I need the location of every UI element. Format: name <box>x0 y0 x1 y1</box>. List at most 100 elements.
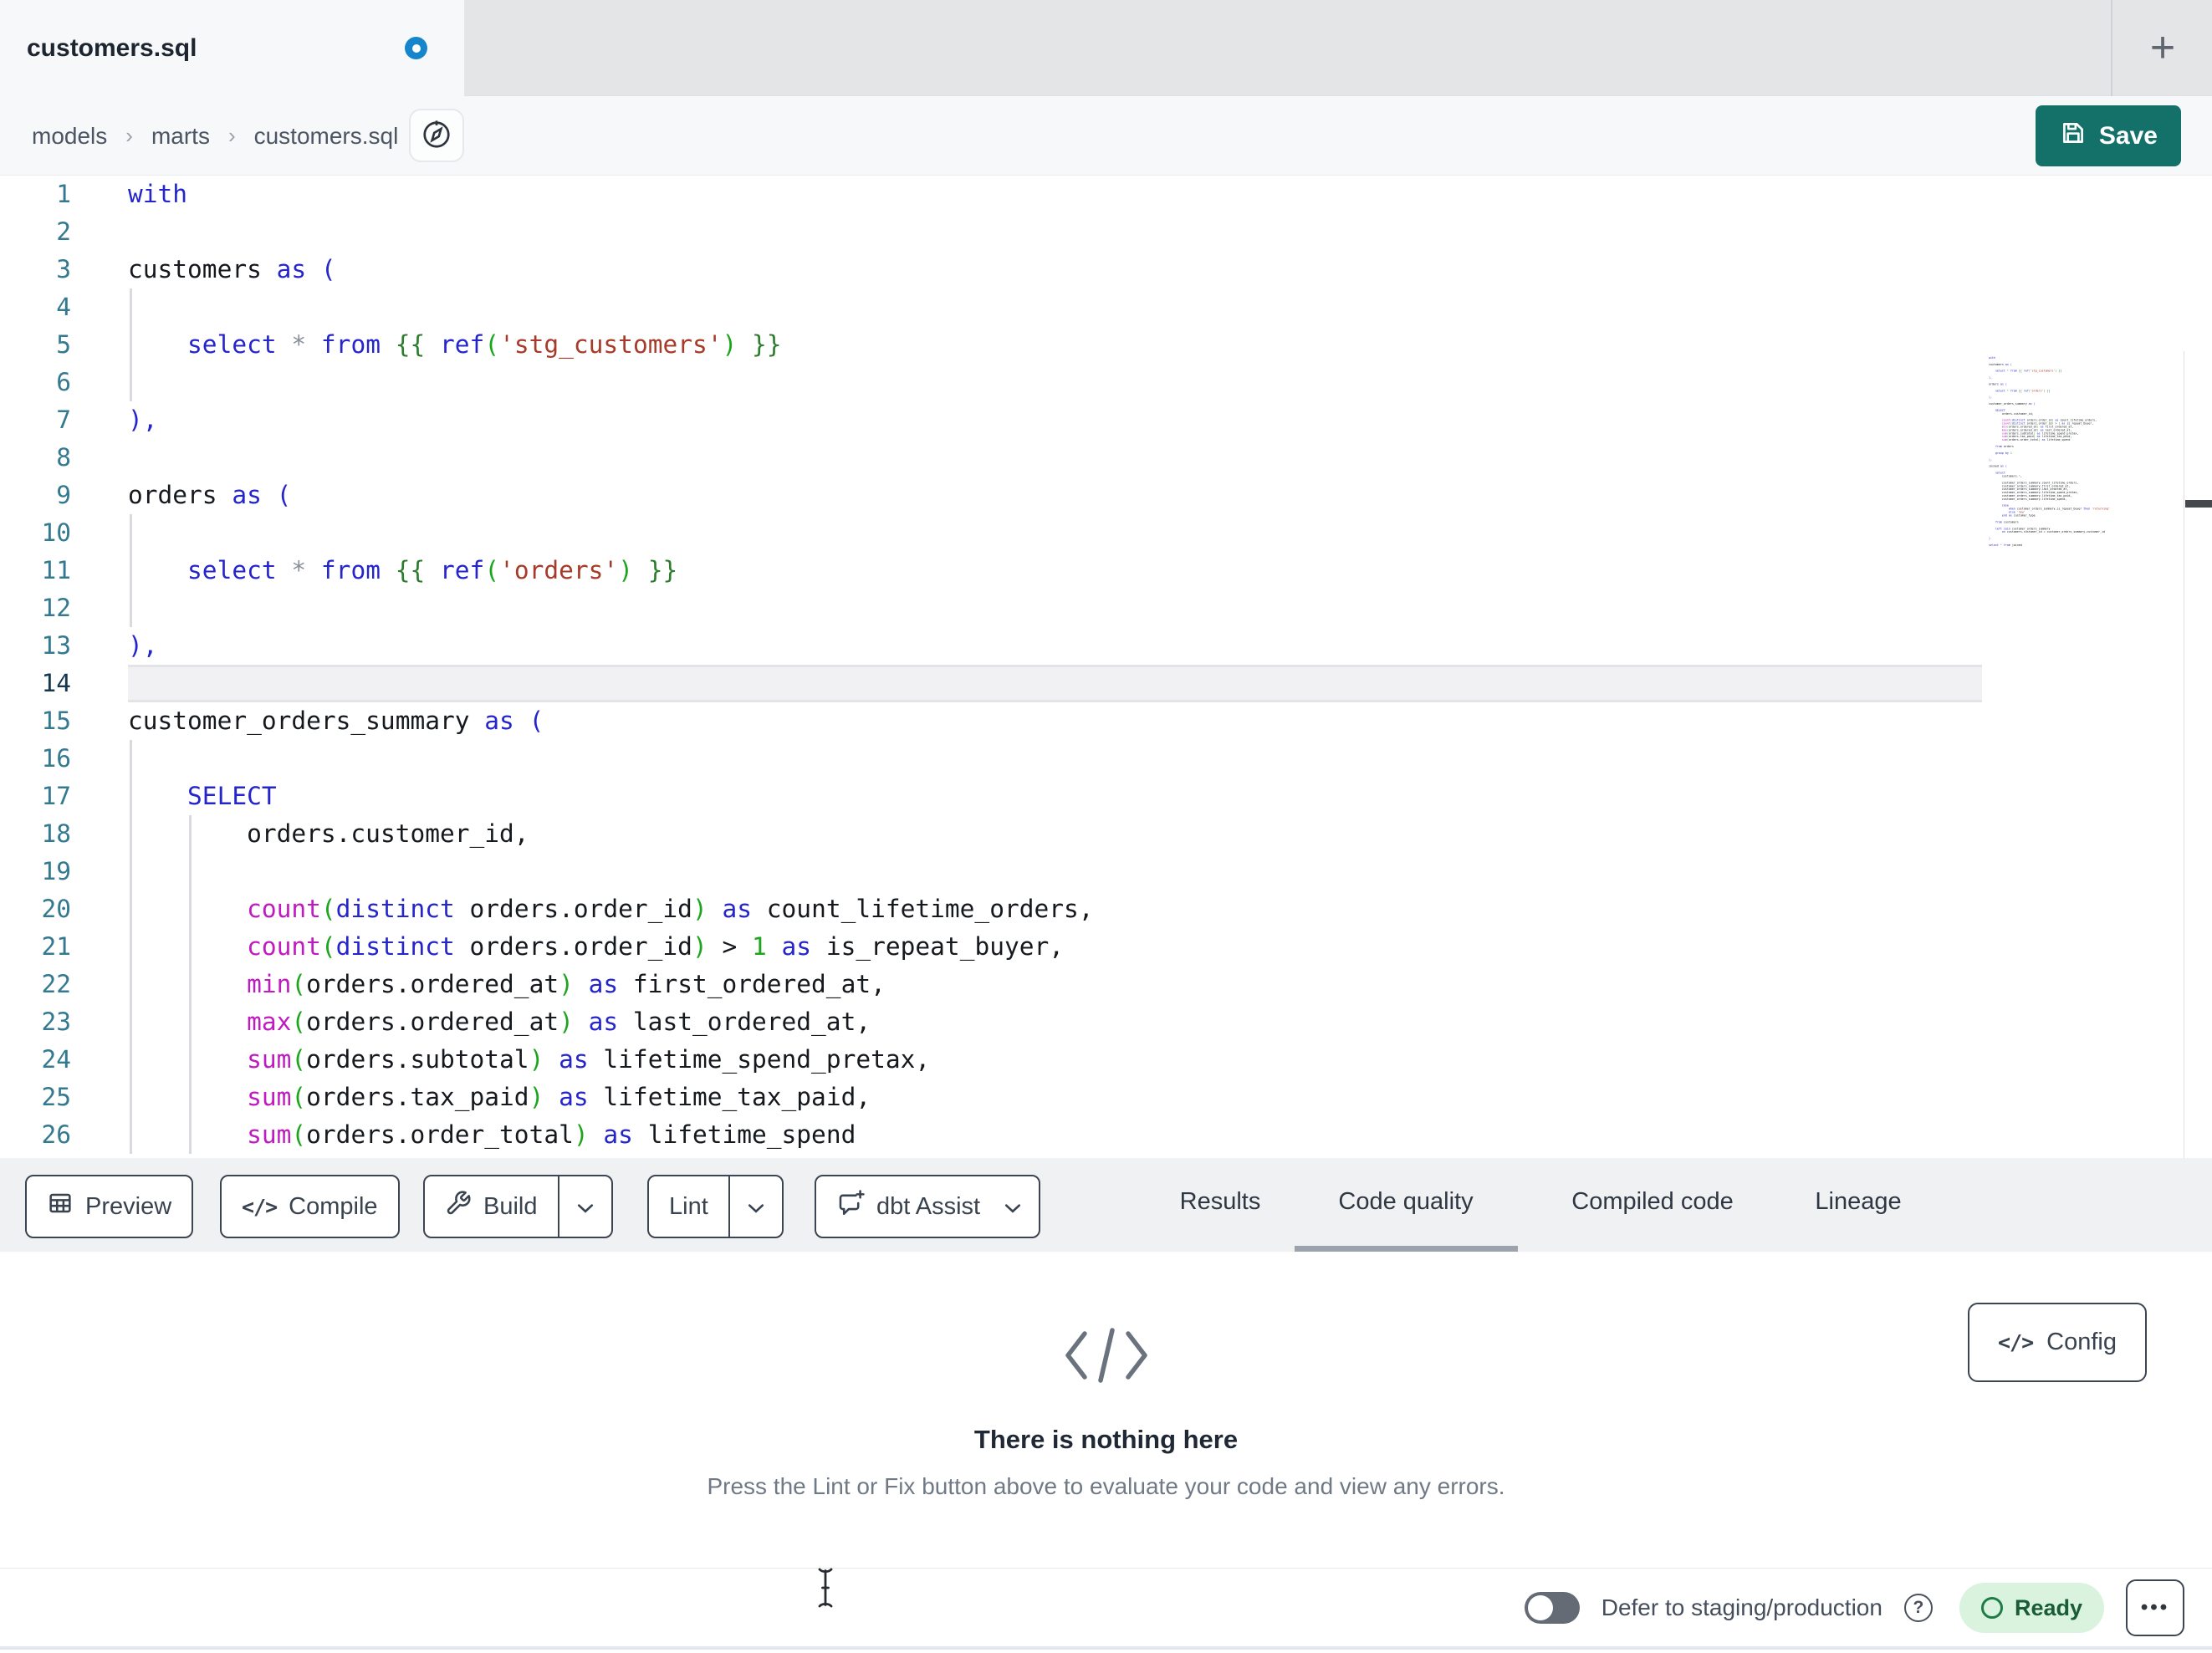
code-line-19[interactable]: 19 <box>0 853 2212 890</box>
tab-code-quality[interactable]: Code quality <box>1338 1158 1473 1246</box>
line-number[interactable]: 8 <box>0 439 71 477</box>
code-line-18[interactable]: 18 orders.customer_id, <box>0 815 2212 853</box>
code-line-11[interactable]: 11 select * from {{ ref('orders') }} <box>0 552 2212 589</box>
new-tab-button[interactable]: + <box>2133 15 2193 80</box>
line-number[interactable]: 1 <box>0 176 71 213</box>
code-line-5[interactable]: 5 select * from {{ ref('stg_customers') … <box>0 326 2212 364</box>
line-number[interactable]: 16 <box>0 740 71 778</box>
status-badge: Ready <box>1959 1583 2104 1633</box>
lint-dropdown[interactable] <box>728 1176 782 1237</box>
chat-sparkle-icon <box>836 1189 865 1224</box>
lint-button[interactable]: Lint <box>647 1175 784 1238</box>
tab-lineage[interactable]: Lineage <box>1815 1158 1901 1246</box>
scrollbar-thumb[interactable] <box>2185 500 2212 508</box>
code-line-24[interactable]: 24 sum(orders.subtotal) as lifetime_spen… <box>0 1041 2212 1079</box>
line-number[interactable]: 9 <box>0 477 71 514</box>
tab-compiled-code[interactable]: Compiled code <box>1571 1158 1733 1246</box>
code-line-25[interactable]: 25 sum(orders.tax_paid) as lifetime_tax_… <box>0 1079 2212 1116</box>
line-number[interactable]: 14 <box>0 665 71 702</box>
ready-label: Ready <box>2014 1594 2082 1620</box>
line-number[interactable]: 20 <box>0 890 71 928</box>
build-button[interactable]: Build <box>423 1175 613 1238</box>
help-icon[interactable]: ? <box>1903 1594 1933 1622</box>
breadcrumb-item-models[interactable]: models <box>32 123 107 150</box>
line-number[interactable]: 22 <box>0 966 71 1003</box>
more-options-button[interactable]: ••• <box>2126 1579 2184 1636</box>
compile-label: Compile <box>289 1192 378 1220</box>
line-number[interactable]: 15 <box>0 702 71 740</box>
code-line-8[interactable]: 8 <box>0 439 2212 477</box>
lint-main[interactable]: Lint <box>649 1176 728 1237</box>
preview-grid-icon <box>47 1190 74 1223</box>
tab-title: customers.sql <box>27 33 197 62</box>
chevron-down-icon <box>1004 1193 1022 1221</box>
line-number[interactable]: 18 <box>0 815 71 853</box>
line-number[interactable]: 26 <box>0 1116 71 1154</box>
dbt-assist-dropdown[interactable] <box>1000 1176 1039 1237</box>
unsaved-changes-dot-icon <box>405 37 427 59</box>
empty-state-title: There is nothing here <box>973 1425 1239 1454</box>
code-line-23[interactable]: 23 max(orders.ordered_at) as last_ordere… <box>0 1003 2212 1041</box>
line-number[interactable]: 23 <box>0 1003 71 1041</box>
line-number[interactable]: 21 <box>0 928 71 966</box>
code-editor[interactable]: 1 with 2 3 customers as (4 5 select * from {{… <box>0 176 2212 1158</box>
line-number[interactable]: 6 <box>0 364 71 401</box>
tab-customers-sql[interactable]: customers.sql <box>0 0 464 96</box>
code-icon <box>0 1325 2212 1390</box>
code-line-2[interactable]: 2 <box>0 213 2212 251</box>
tab-results[interactable]: Results <box>1180 1158 1261 1246</box>
save-button[interactable]: Save <box>2035 105 2181 166</box>
code-line-21[interactable]: 21 count(distinct orders.order_id) > 1 a… <box>0 928 2212 966</box>
line-number[interactable]: 17 <box>0 778 71 815</box>
code-line-9[interactable]: 9 orders as ( <box>0 477 2212 514</box>
config-button[interactable]: </> Config <box>1968 1303 2147 1382</box>
preview-button[interactable]: Preview <box>25 1175 194 1238</box>
line-number[interactable]: 11 <box>0 552 71 589</box>
config-label: Config <box>2046 1329 2117 1355</box>
code-line-22[interactable]: 22 min(orders.ordered_at) as first_order… <box>0 966 2212 1003</box>
status-circle-icon <box>1980 1597 2003 1619</box>
line-number[interactable]: 2 <box>0 213 71 251</box>
compile-button[interactable]: </> Compile <box>220 1175 400 1238</box>
lint-label: Lint <box>669 1192 708 1220</box>
code-line-20[interactable]: 20 count(distinct orders.order_id) as co… <box>0 890 2212 928</box>
toggle-knob-icon <box>1527 1595 1553 1620</box>
compass-button[interactable] <box>409 109 464 162</box>
code-quality-panel: There is nothing here Press the Lint or … <box>0 1252 2212 1568</box>
build-dropdown[interactable] <box>557 1176 611 1237</box>
line-number[interactable]: 5 <box>0 326 71 364</box>
status-bar: Defer to staging/production ? Ready ••• <box>0 1568 2212 1650</box>
code-line-6[interactable]: 6 <box>0 364 2212 401</box>
line-number[interactable]: 13 <box>0 627 71 665</box>
code-line-1[interactable]: 1 with <box>0 176 2212 213</box>
save-label: Save <box>2098 121 2158 150</box>
code-line-15[interactable]: 15 customer_orders_summary as ( <box>0 702 2212 740</box>
code-line-10[interactable]: 10 <box>0 514 2212 552</box>
code-line-4[interactable]: 4 <box>0 288 2212 326</box>
defer-toggle[interactable] <box>1524 1592 1580 1624</box>
code-line-17[interactable]: 17 SELECT <box>0 778 2212 815</box>
line-number[interactable]: 19 <box>0 853 71 890</box>
line-number[interactable]: 24 <box>0 1041 71 1079</box>
minimap[interactable]: with customers as ( select * from {{ ref(… <box>1989 356 2116 552</box>
dbt-assist-button[interactable]: dbt Assist <box>815 1175 1041 1238</box>
line-number[interactable]: 4 <box>0 288 71 326</box>
line-number[interactable]: 12 <box>0 589 71 627</box>
code-line-16[interactable]: 16 <box>0 740 2212 778</box>
tab-bar-divider <box>2111 0 2112 96</box>
code-line-7[interactable]: 7), <box>0 401 2212 439</box>
line-number[interactable]: 3 <box>0 251 71 288</box>
code-line-3[interactable]: 3 customers as ( <box>0 251 2212 288</box>
dbt-assist-label: dbt Assist <box>876 1192 981 1220</box>
code-line-26[interactable]: 26 sum(orders.order_total) as lifetime_s… <box>0 1116 2212 1154</box>
editor-scrollbar[interactable] <box>2184 351 2212 1158</box>
code-line-13[interactable]: 13), <box>0 627 2212 665</box>
dbt-ide-window: customers.sql + models › marts › custome… <box>0 0 2212 1653</box>
breadcrumb-item-marts[interactable]: marts <box>151 123 210 150</box>
line-number[interactable]: 25 <box>0 1079 71 1116</box>
code-line-12[interactable]: 12 <box>0 589 2212 627</box>
build-main[interactable]: Build <box>425 1176 558 1237</box>
code-line-14[interactable]: 14 <box>0 665 2212 702</box>
line-number[interactable]: 7 <box>0 401 71 439</box>
line-number[interactable]: 10 <box>0 514 71 552</box>
